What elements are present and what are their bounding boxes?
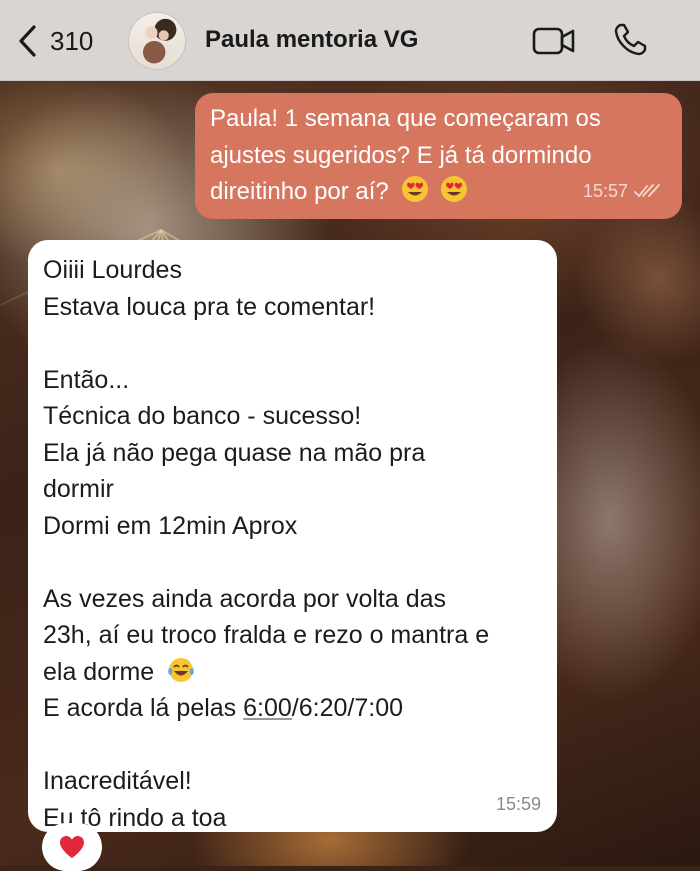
- message-reaction[interactable]: [42, 823, 102, 871]
- message-line: Dormi em 12min Aprox: [43, 511, 298, 540]
- incoming-message[interactable]: Oiiii Lourdes Estava louca pra te coment…: [28, 240, 557, 832]
- message-line: Eu tô rindo a toa: [43, 803, 227, 832]
- message-line: Técnica do banco - sucesso!: [43, 402, 362, 430]
- message-line: Então...: [43, 365, 130, 394]
- message-line: ajustes sugeridos? E já tá dormindo: [210, 141, 592, 169]
- outgoing-message[interactable]: Paula! 1 semana que começaram os ajustes…: [195, 93, 682, 219]
- message-text: /6:20/7:00: [291, 694, 404, 722]
- message-text: ela dorme: [43, 657, 155, 686]
- video-call-icon[interactable]: [532, 26, 576, 56]
- message-text: direitinho por aí?: [210, 178, 389, 205]
- message-line: [43, 544, 541, 581]
- message-line: Paula! 1 semana que começaram os: [210, 105, 601, 132]
- read-checkmarks-icon: [634, 184, 660, 198]
- message-line: 23h, aí eu troco fralda e rezo o mantra …: [43, 621, 490, 649]
- chevron-left-icon: [19, 25, 36, 57]
- message-line: Inacreditável!: [43, 767, 192, 795]
- back-button[interactable]: 310: [18, 24, 93, 58]
- message-line: Ela já não pega quase na mão pra: [43, 438, 426, 467]
- message-line: [43, 727, 541, 764]
- heart-eyes-emoji-icon: [402, 176, 429, 202]
- message-line: [43, 325, 541, 362]
- message-line: As vezes ainda acorda por volta das: [43, 584, 447, 613]
- unread-count: 310: [50, 25, 94, 56]
- tears-of-joy-emoji-icon: [168, 657, 194, 682]
- detected-time-link[interactable]: 6:00: [243, 694, 292, 722]
- message-line: Oiiii Lourdes: [43, 256, 182, 284]
- contact-name[interactable]: Paula mentoria VG: [205, 26, 418, 54]
- time-text: 15:57: [582, 181, 628, 201]
- message-line: dormir: [43, 475, 114, 503]
- message-timestamp: 15:57: [583, 173, 660, 209]
- heart-eyes-emoji-icon: [441, 176, 468, 202]
- chat-header: 310 Paula mentoria VG: [0, 0, 700, 81]
- message-line: ela dorme: [43, 654, 541, 691]
- red-heart-icon: [60, 836, 84, 858]
- message-line: Estava louca pra te comentar!: [43, 292, 376, 321]
- message-timestamp: 15:59: [495, 793, 541, 814]
- message-text: E acorda lá pelas: [43, 694, 244, 722]
- phone-call-icon[interactable]: [612, 22, 648, 58]
- message-line: E acorda lá pelas 6:00/6:20/7:00: [43, 690, 541, 727]
- avatar[interactable]: [128, 12, 186, 70]
